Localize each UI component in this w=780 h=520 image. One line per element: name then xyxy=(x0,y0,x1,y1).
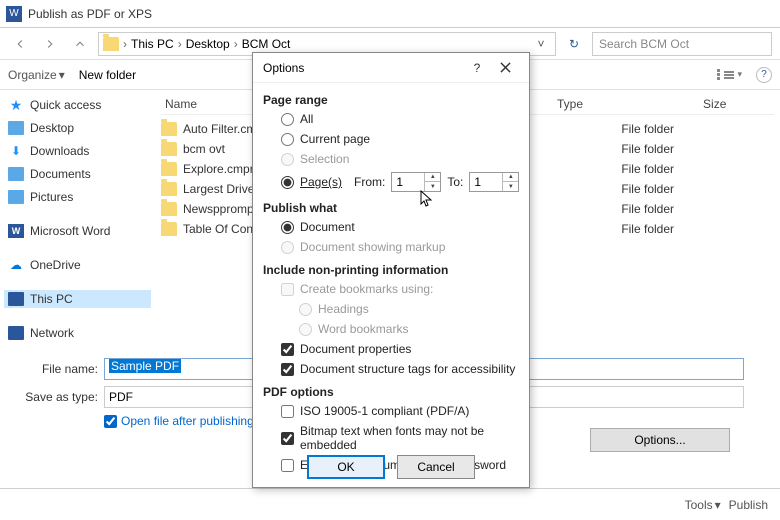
from-label: From: xyxy=(354,175,385,189)
publish-button[interactable]: Publish xyxy=(729,498,768,512)
breadcrumb-bcm-oct[interactable]: BCM Oct xyxy=(242,37,291,51)
col-name[interactable]: Name xyxy=(165,97,197,111)
help-button[interactable]: ? xyxy=(756,67,772,83)
radio-document-markup: Document showing markup xyxy=(281,239,519,255)
sidebar-item-pictures[interactable]: Pictures xyxy=(4,188,151,206)
close-button[interactable] xyxy=(491,54,519,82)
folder-icon xyxy=(161,182,177,196)
to-spinner[interactable]: ▲▼ xyxy=(469,172,519,192)
new-folder-button[interactable]: New folder xyxy=(79,68,136,82)
open-after-check-input[interactable] xyxy=(104,415,117,428)
app-icon: W xyxy=(6,6,22,22)
options-button[interactable]: Options... xyxy=(590,428,730,452)
options-dialog: Options ? Page range All Current page Se… xyxy=(252,52,530,488)
sidebar-item-network[interactable]: Network xyxy=(4,324,151,342)
spin-down-icon[interactable]: ▼ xyxy=(425,182,440,191)
chevron-right-icon: › xyxy=(123,37,127,51)
radio-selection: Selection xyxy=(281,151,519,167)
desktop-icon xyxy=(8,121,24,135)
sidebar-item-desktop[interactable]: Desktop xyxy=(4,119,151,137)
search-placeholder: Search BCM Oct xyxy=(599,37,689,51)
breadcrumb-desktop[interactable]: Desktop xyxy=(186,37,230,51)
nav-tree[interactable]: ★Quick access Desktop ⬇Downloads Documen… xyxy=(0,90,155,350)
chevron-right-icon: › xyxy=(178,37,182,51)
publish-what-heading: Publish what xyxy=(263,201,519,215)
cancel-button[interactable]: Cancel xyxy=(397,455,475,479)
file-name-label: File name: xyxy=(12,362,98,376)
chevron-down-icon: ▾ xyxy=(737,69,742,80)
col-type[interactable]: Type xyxy=(557,97,583,111)
options-title: Options xyxy=(263,61,463,75)
forward-button[interactable] xyxy=(38,32,62,56)
to-label: To: xyxy=(447,175,463,189)
sidebar-item-quick-access[interactable]: ★Quick access xyxy=(4,96,151,114)
from-spinner[interactable]: ▲▼ xyxy=(391,172,441,192)
open-after-label: Open file after publishing xyxy=(121,414,254,428)
radio-pages[interactable]: Page(s) From: ▲▼ To: ▲▼ xyxy=(281,171,519,193)
tools-menu[interactable]: Tools▾ xyxy=(685,498,721,512)
radio-word-bookmarks: Word bookmarks xyxy=(299,321,519,337)
refresh-button[interactable]: ↻ xyxy=(562,37,586,51)
from-input[interactable] xyxy=(392,173,424,191)
organize-menu[interactable]: Organize▾ xyxy=(8,68,65,82)
check-doc-properties[interactable]: Document properties xyxy=(281,341,519,357)
documents-icon xyxy=(8,167,24,181)
dialog-footer: Tools▾ Publish xyxy=(0,488,780,520)
col-size[interactable]: Size xyxy=(703,97,726,111)
sidebar-item-onedrive[interactable]: ☁OneDrive xyxy=(4,256,151,274)
spin-down-icon[interactable]: ▼ xyxy=(503,182,518,191)
window-title: Publish as PDF or XPS xyxy=(28,7,152,21)
onedrive-icon: ☁ xyxy=(8,258,24,272)
search-input[interactable]: Search BCM Oct xyxy=(592,32,772,56)
address-dropdown[interactable]: ˅ xyxy=(531,37,551,51)
folder-icon xyxy=(161,122,177,136)
breadcrumb-this-pc[interactable]: This PC xyxy=(131,37,174,51)
sidebar-item-word[interactable]: WMicrosoft Word xyxy=(4,222,151,240)
options-body: Page range All Current page Selection Pa… xyxy=(253,83,529,477)
folder-icon xyxy=(161,142,177,156)
spin-up-icon[interactable]: ▲ xyxy=(503,173,518,182)
download-icon: ⬇ xyxy=(8,144,24,158)
chevron-down-icon: ▾ xyxy=(715,498,721,512)
check-bitmap[interactable]: Bitmap text when fonts may not be embedd… xyxy=(281,423,519,453)
window-titlebar: W Publish as PDF or XPS xyxy=(0,0,780,28)
back-button[interactable] xyxy=(8,32,32,56)
word-icon: W xyxy=(8,224,24,238)
save-as-type-label: Save as type: xyxy=(12,390,98,404)
view-options[interactable]: ▾ xyxy=(717,69,742,80)
pictures-icon xyxy=(8,190,24,204)
radio-document[interactable]: Document xyxy=(281,219,519,235)
check-create-bookmarks: Create bookmarks using: xyxy=(281,281,519,297)
ok-button[interactable]: OK xyxy=(307,455,385,479)
pdf-options-heading: PDF options xyxy=(263,385,519,399)
folder-icon xyxy=(161,202,177,216)
options-titlebar: Options ? xyxy=(253,53,529,83)
check-doc-structure[interactable]: Document structure tags for accessibilit… xyxy=(281,361,519,377)
radio-current-page[interactable]: Current page xyxy=(281,131,519,147)
radio-all[interactable]: All xyxy=(281,111,519,127)
pc-icon xyxy=(8,292,24,306)
network-icon xyxy=(8,326,24,340)
up-button[interactable] xyxy=(68,32,92,56)
sidebar-item-this-pc[interactable]: This PC xyxy=(4,290,151,308)
to-input[interactable] xyxy=(470,173,502,191)
sidebar-item-documents[interactable]: Documents xyxy=(4,165,151,183)
check-iso[interactable]: ISO 19005-1 compliant (PDF/A) xyxy=(281,403,519,419)
options-footer: OK Cancel xyxy=(253,455,529,479)
chevron-down-icon: ▾ xyxy=(59,68,65,82)
folder-icon xyxy=(161,162,177,176)
radio-headings: Headings xyxy=(299,301,519,317)
folder-icon xyxy=(103,37,119,51)
include-heading: Include non-printing information xyxy=(263,263,519,277)
spin-up-icon[interactable]: ▲ xyxy=(425,173,440,182)
folder-icon xyxy=(161,222,177,236)
page-range-heading: Page range xyxy=(263,93,519,107)
help-button[interactable]: ? xyxy=(463,54,491,82)
star-icon: ★ xyxy=(8,98,24,112)
chevron-right-icon: › xyxy=(234,37,238,51)
sidebar-item-downloads[interactable]: ⬇Downloads xyxy=(4,142,151,160)
